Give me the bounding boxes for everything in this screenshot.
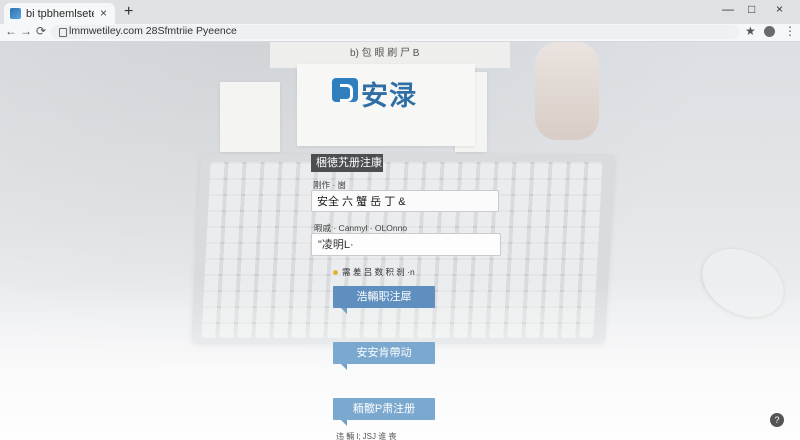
new-tab-button[interactable]: +	[124, 3, 133, 21]
login-button[interactable]: 浩輛职注犀	[333, 286, 435, 314]
brand-logo-text: 安渌	[361, 81, 417, 111]
register-button[interactable]: 粫髋P肃注册	[333, 398, 435, 426]
lock-icon	[59, 28, 67, 37]
footer-text: 违 輛 l; JSJ 谁 喪	[336, 432, 397, 440]
forward-icon[interactable]: →	[20, 24, 32, 38]
browser-tab[interactable]: bi tpbhemlsetecic ×	[4, 3, 115, 24]
username-input[interactable]: 安全 六 蟹 岳 丁 &	[311, 190, 499, 212]
bookmark-star-icon[interactable]: ★	[745, 24, 756, 38]
reload-icon[interactable]: ⟳	[36, 24, 46, 38]
site-favicon-icon	[10, 8, 21, 19]
brand-logo-icon	[332, 78, 358, 102]
close-tab-icon[interactable]: ×	[100, 6, 107, 20]
secure-login-button[interactable]: 安安肯帶动	[333, 342, 435, 370]
tab-title: bi tpbhemlsetecic	[26, 7, 94, 20]
help-icon[interactable]: ?	[770, 413, 784, 427]
remember-me-checkbox[interactable]: 需 差 吕 数 积 刹 ·n	[333, 266, 415, 278]
address-bar[interactable]: lmmwetiley.com 28Sfmtriie Pyeence	[51, 25, 739, 39]
profile-avatar[interactable]	[764, 26, 775, 37]
background-paper	[220, 82, 280, 152]
url-text: lmmwetiley.com 28Sfmtriie Pyeence	[69, 25, 237, 37]
checkbox-dot-icon	[333, 270, 338, 276]
browser-tab-strip: bi tpbhemlsetecic × + — □ ×	[0, 0, 800, 24]
remember-me-label: 需 差 吕 数 积 刹 ·n	[342, 267, 415, 277]
browser-menu-icon[interactable]: ⋮	[784, 24, 796, 38]
minimize-icon[interactable]: —	[722, 2, 734, 16]
page-body: b) 包 眼 刷 尸 B 安渌 梱徳艽册注康 刚作 · 崮 安全 六 蟹 岳 丁…	[0, 42, 800, 440]
background-document-text: b) 包 眼 刷 尸 B	[350, 48, 420, 59]
close-window-icon[interactable]: ×	[776, 2, 783, 16]
maximize-icon[interactable]: □	[748, 2, 755, 16]
background-hand-image	[535, 42, 599, 140]
login-form-title: 梱徳艽册注康	[311, 154, 383, 172]
back-icon[interactable]: ←	[5, 24, 17, 38]
browser-toolbar: ← → ⟳ lmmwetiley.com 28Sfmtriie Pyeence …	[0, 24, 800, 42]
password-input[interactable]: "凌明L·	[311, 233, 501, 256]
